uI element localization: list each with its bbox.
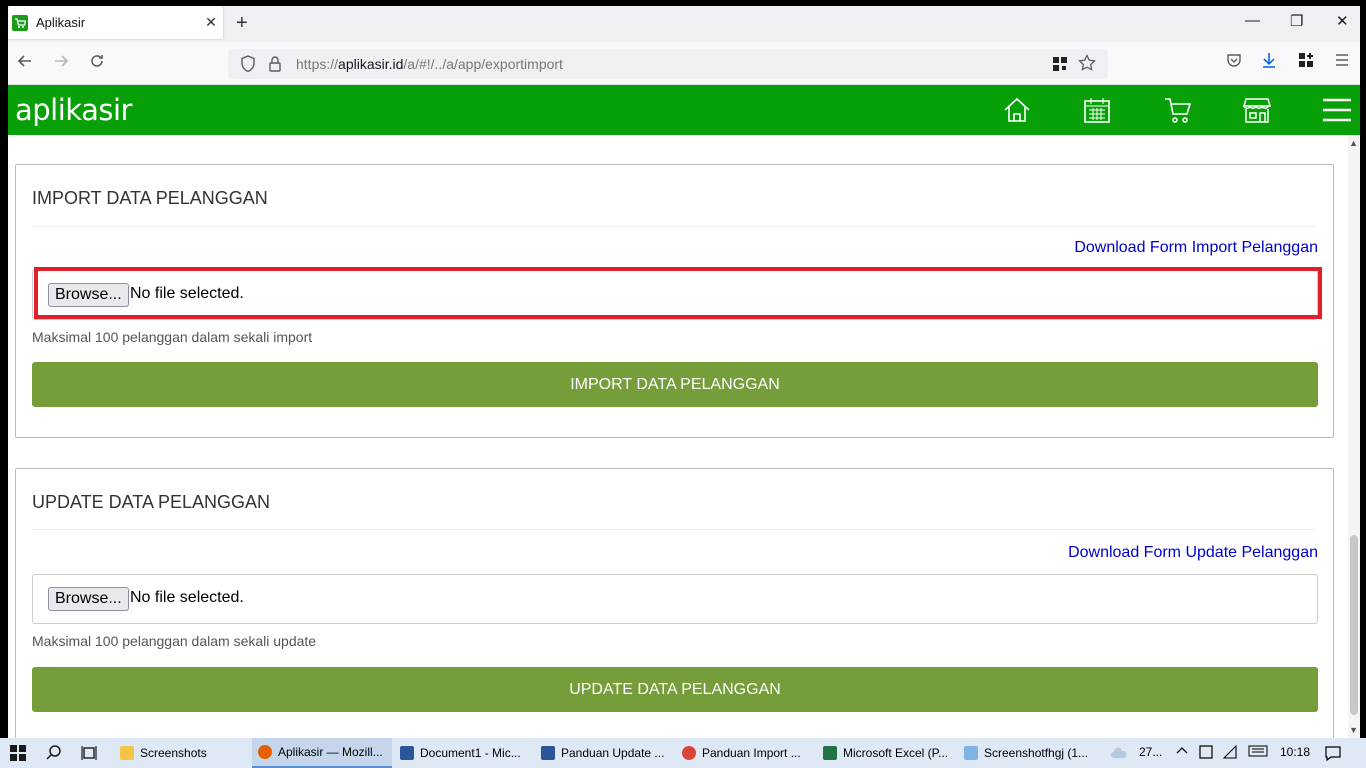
update-data-button[interactable]: UPDATE DATA PELANGGAN xyxy=(32,667,1318,712)
network-device-icon[interactable] xyxy=(1199,745,1213,762)
taskbar-item-label: Screenshotfhgj (1... xyxy=(984,746,1089,760)
notification-icon[interactable] xyxy=(1325,745,1341,764)
browser-nav-bar: https://aplikasir.id/a/#!/../a/app/expor… xyxy=(8,42,1360,85)
word-icon xyxy=(400,746,414,760)
scroll-up-icon[interactable]: ▲ xyxy=(1349,138,1358,148)
tab-close-icon[interactable]: ✕ xyxy=(199,14,223,31)
keyboard-icon[interactable] xyxy=(1248,745,1268,760)
tab-title: Aplikasir xyxy=(36,15,86,30)
minimize-button[interactable]: — xyxy=(1245,12,1260,29)
download-update-form-link[interactable]: Download Form Update Pelanggan xyxy=(1068,544,1318,562)
taskbar-item-label: Aplikasir — Mozill... xyxy=(278,745,383,759)
excel-icon xyxy=(823,746,837,760)
scroll-down-icon[interactable]: ▼ xyxy=(1349,725,1358,735)
folder-icon xyxy=(120,746,134,760)
import-panel-divider xyxy=(32,226,1317,227)
taskbar-item-label: Microsoft Excel (P... xyxy=(843,746,949,760)
browser-tab[interactable]: Aplikasir ✕ xyxy=(8,6,223,39)
word-icon xyxy=(541,746,555,760)
restore-button[interactable]: ❐ xyxy=(1290,12,1303,30)
browser-tab-bar: Aplikasir ✕ + — ❐ ✕ xyxy=(8,6,1360,42)
chrome-icon xyxy=(682,746,696,760)
wifi-icon[interactable] xyxy=(1222,744,1238,762)
taskbar-item-document1[interactable]: Document1 - Mic... xyxy=(396,738,534,768)
taskbar-item-panduan-import[interactable]: Panduan Import ... xyxy=(678,738,816,768)
page-content: IMPORT DATA PELANGGAN Download Form Impo… xyxy=(8,135,1360,738)
taskbar-item-firefox[interactable]: Aplikasir — Mozill... xyxy=(252,738,392,768)
shield-icon[interactable] xyxy=(240,55,256,78)
chevron-up-icon[interactable] xyxy=(1176,745,1188,760)
cart-icon[interactable] xyxy=(1163,95,1193,125)
taskbar-item-panduan-update[interactable]: Panduan Update ... xyxy=(537,738,675,768)
search-icon[interactable] xyxy=(46,745,62,766)
clock-time[interactable]: 10:18 xyxy=(1280,745,1310,759)
extensions-icon[interactable] xyxy=(1298,52,1314,73)
pocket-icon[interactable] xyxy=(1226,52,1242,73)
highlight-box xyxy=(34,267,1322,319)
forward-icon[interactable] xyxy=(52,52,70,75)
taskbar-item-excel[interactable]: Microsoft Excel (P... xyxy=(819,738,957,768)
import-data-button[interactable]: IMPORT DATA PELANGGAN xyxy=(32,362,1318,407)
update-panel: UPDATE DATA PELANGGAN Download Form Upda… xyxy=(15,468,1334,738)
windows-taskbar: Screenshots Aplikasir — Mozill... Docume… xyxy=(0,738,1366,768)
url-bar[interactable]: https://aplikasir.id/a/#!/../a/app/expor… xyxy=(228,49,1108,79)
taskbar-item-label: Panduan Import ... xyxy=(702,746,801,760)
windows-start-icon[interactable] xyxy=(10,745,26,766)
app-logo[interactable]: aplikasir xyxy=(15,93,132,127)
app-header: aplikasir xyxy=(8,85,1360,135)
update-browse-button[interactable]: Browse... xyxy=(48,587,129,611)
taskbar-item-label: Panduan Update ... xyxy=(561,746,665,760)
taskbar-item-screenshotfhgj[interactable]: Screenshotfhgj (1... xyxy=(960,738,1098,768)
app-menu-icon[interactable] xyxy=(1334,52,1350,73)
downloads-icon[interactable] xyxy=(1261,52,1277,73)
close-window-button[interactable]: ✕ xyxy=(1336,12,1349,30)
store-icon[interactable] xyxy=(1242,95,1272,125)
taskbar-item-screenshots[interactable]: Screenshots xyxy=(116,738,248,768)
calendar-icon[interactable] xyxy=(1082,95,1112,125)
new-tab-button[interactable]: + xyxy=(236,12,248,35)
update-file-input[interactable]: Browse... No file selected. xyxy=(32,574,1318,624)
aplikasir-favicon xyxy=(12,14,28,31)
import-hint: Maksimal 100 pelanggan dalam sekali impo… xyxy=(32,329,313,345)
back-icon[interactable] xyxy=(16,52,34,75)
update-panel-divider xyxy=(32,529,1317,530)
firefox-icon xyxy=(258,745,272,759)
task-view-icon[interactable] xyxy=(81,745,97,766)
home-icon[interactable] xyxy=(1002,95,1032,125)
weather-text[interactable]: 27... xyxy=(1139,745,1162,759)
url-text[interactable]: https://aplikasir.id/a/#!/../a/app/expor… xyxy=(296,56,563,72)
import-panel-title: IMPORT DATA PELANGGAN xyxy=(32,188,268,208)
reload-icon[interactable] xyxy=(88,52,106,75)
page-scrollbar[interactable]: ▲ ▼ xyxy=(1348,135,1360,738)
qr-code-icon[interactable] xyxy=(1052,56,1068,77)
url-prefix: https:// xyxy=(296,56,339,72)
scrollbar-thumb[interactable] xyxy=(1350,535,1358,715)
download-import-form-link[interactable]: Download Form Import Pelanggan xyxy=(1074,239,1318,257)
update-hint: Maksimal 100 pelanggan dalam sekali upda… xyxy=(32,633,317,649)
update-panel-title: UPDATE DATA PELANGGAN xyxy=(32,492,271,512)
paint-icon xyxy=(964,746,978,760)
update-file-status: No file selected. xyxy=(130,589,244,606)
url-path: /a/#!/../a/app/exportimport xyxy=(403,56,563,72)
lock-icon[interactable] xyxy=(268,55,282,78)
url-domain: aplikasir.id xyxy=(338,56,404,72)
hamburger-menu-icon[interactable] xyxy=(1322,95,1352,125)
taskbar-item-label: Document1 - Mic... xyxy=(420,746,521,760)
taskbar-item-label: Screenshots xyxy=(140,746,207,760)
bookmark-star-icon[interactable] xyxy=(1078,54,1096,77)
weather-icon[interactable] xyxy=(1110,745,1128,766)
